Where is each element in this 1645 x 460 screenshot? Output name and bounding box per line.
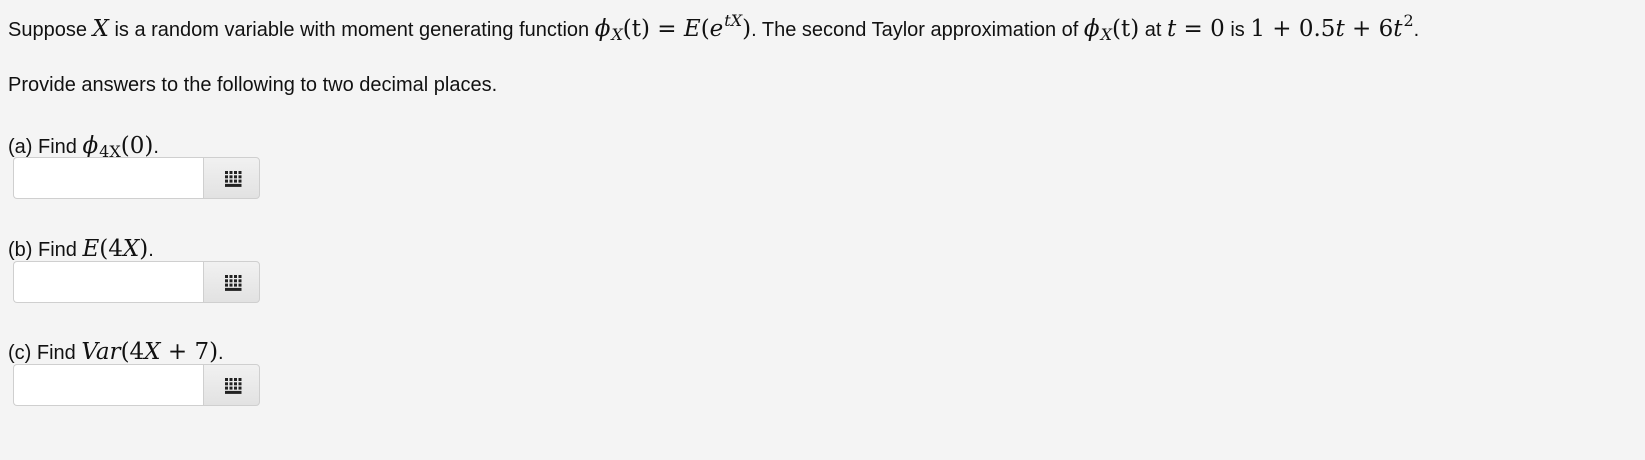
intro-text: .	[1413, 19, 1420, 41]
intro-text: is	[1224, 19, 1251, 41]
part-suffix: .	[153, 136, 159, 158]
part-b-answer-input[interactable]	[13, 261, 203, 303]
math-expr: )	[742, 16, 752, 42]
part-prefix: (c) Find	[8, 342, 82, 364]
intro-text: at	[1139, 19, 1167, 41]
math-var: X	[144, 339, 161, 365]
intro-text: . The second Taylor approximation of	[751, 19, 1084, 41]
math-expr: (t)	[622, 16, 650, 42]
math-expr: E	[82, 236, 100, 262]
part-c-equation-editor-button[interactable]	[203, 364, 260, 406]
math-expr: = 0	[1176, 16, 1225, 42]
math-subscript: X	[1100, 25, 1112, 44]
math-phi: ϕ	[594, 16, 611, 42]
math-var: t	[1166, 16, 1177, 42]
math-expr: (4	[99, 236, 123, 262]
part-b-answer-group	[13, 261, 263, 305]
grid-icon	[225, 378, 242, 394]
grid-icon	[225, 275, 242, 291]
math-var: t	[1335, 16, 1345, 42]
math-phi: ϕ	[82, 133, 99, 159]
part-a-equation-editor-button[interactable]	[203, 157, 260, 199]
math-var: X	[122, 236, 140, 262]
intro-text: Suppose	[8, 19, 93, 41]
math-var: t	[1393, 16, 1403, 42]
math-expr: (0)	[120, 133, 154, 159]
math-expr: + 6	[1344, 16, 1394, 42]
math-phi: ϕ	[1083, 16, 1100, 42]
math-var: X	[92, 16, 109, 42]
part-suffix: .	[218, 342, 224, 364]
question-container: Suppose X is a random variable with mome…	[8, 0, 1645, 460]
part-a-answer-group	[13, 157, 263, 201]
part-a-answer-input[interactable]	[13, 157, 203, 199]
part-suffix: .	[148, 239, 154, 261]
part-c-answer-group	[13, 364, 263, 408]
grid-icon	[225, 171, 242, 187]
intro-text: is a random variable with moment generat…	[108, 19, 595, 41]
math-expr: (t)	[1111, 16, 1140, 42]
question-instruction: Provide answers to the following to two …	[8, 74, 498, 96]
math-expr: e	[709, 16, 724, 42]
part-prefix: (a) Find	[8, 136, 83, 158]
math-superscript: 2	[1403, 11, 1414, 30]
math-expr: + 7)	[160, 339, 219, 365]
math-superscript: tX	[724, 11, 743, 30]
math-expr: E	[683, 16, 701, 42]
math-expr: =	[649, 16, 684, 42]
math-subscript: X	[611, 25, 623, 44]
math-expr: )	[139, 236, 149, 262]
math-expr: Var	[81, 339, 121, 365]
part-c-answer-input[interactable]	[13, 364, 203, 406]
part-prefix: (b) Find	[8, 239, 83, 261]
part-b-equation-editor-button[interactable]	[203, 261, 260, 303]
math-expr: (4	[120, 339, 145, 365]
math-expr: 1 + 0.5	[1250, 16, 1336, 42]
question-intro: Suppose X is a random variable with mome…	[8, 6, 1419, 50]
math-expr: (	[700, 16, 710, 42]
